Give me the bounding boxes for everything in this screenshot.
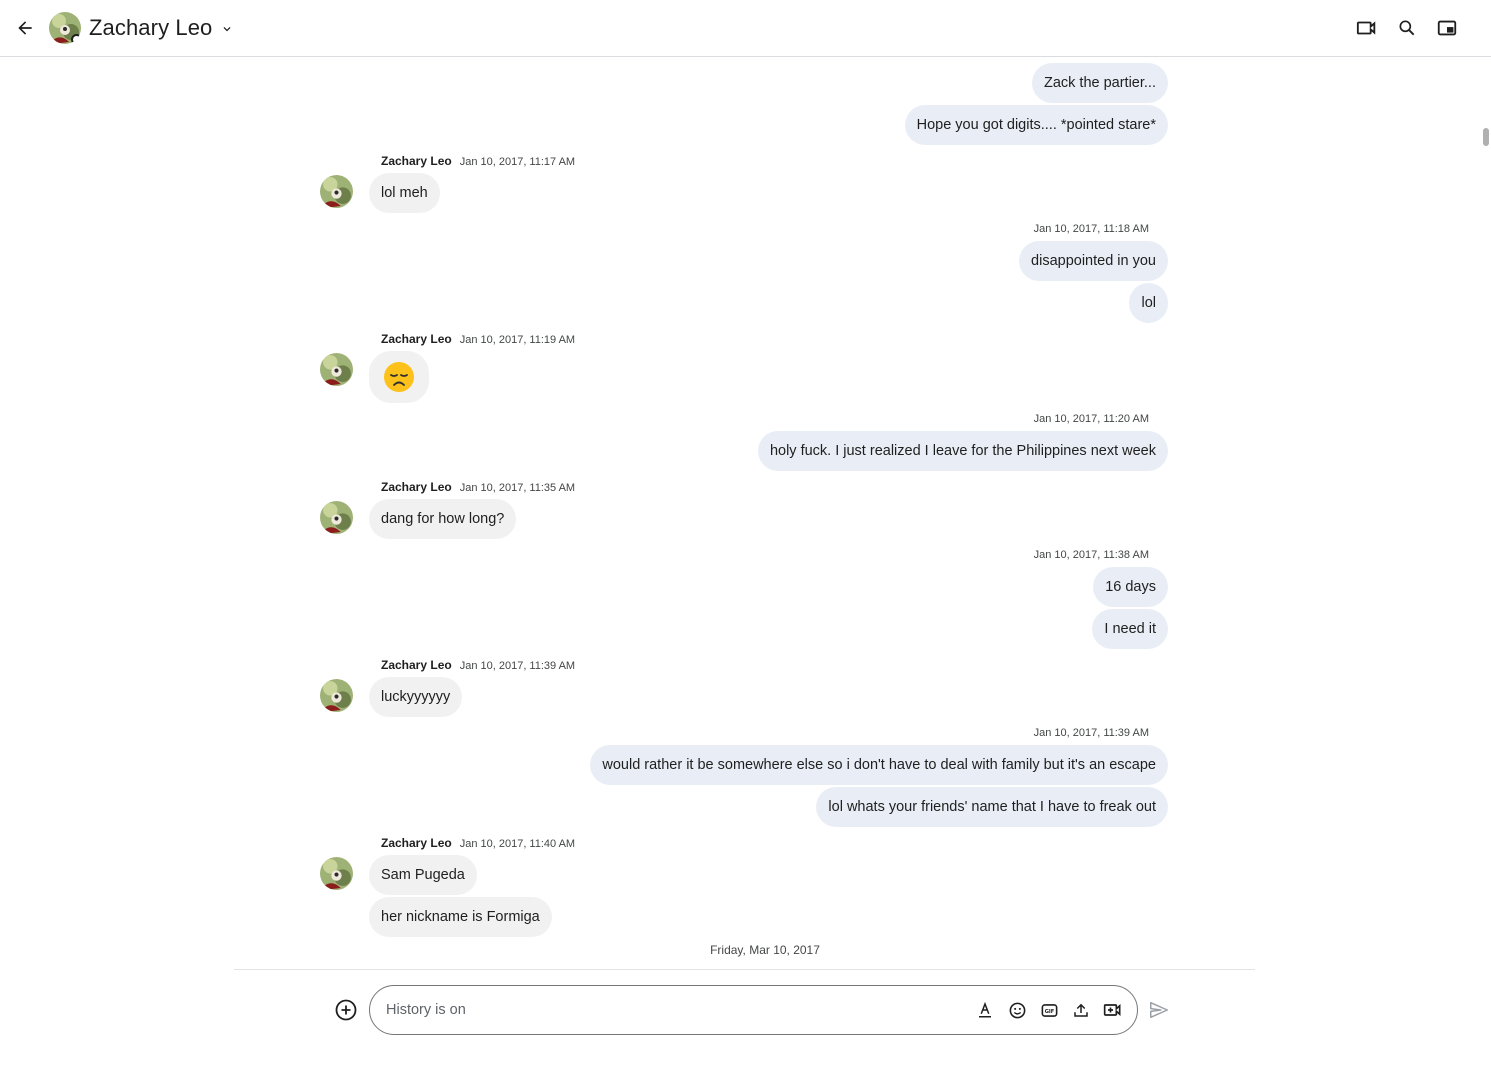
- timestamp: Jan 10, 2017, 11:39 AM: [1033, 727, 1149, 739]
- message-bubble-incoming[interactable]: lol meh: [369, 173, 440, 213]
- timestamp: Jan 10, 2017, 11:17 AM: [459, 156, 576, 168]
- add-button[interactable]: [330, 994, 362, 1026]
- timestamp: Jan 10, 2017, 11:35 AM: [459, 482, 576, 494]
- day-separator: Friday, Mar 10, 2017: [710, 943, 820, 957]
- video-call-icon: [1356, 21, 1376, 35]
- text-format-button[interactable]: [970, 995, 1000, 1025]
- message-input[interactable]: [386, 986, 966, 1034]
- chevron-down-icon: [223, 27, 231, 32]
- message-composer: GIF: [369, 985, 1138, 1035]
- sender-avatar[interactable]: [320, 857, 353, 890]
- timestamp: Jan 10, 2017, 11:20 AM: [1033, 413, 1149, 425]
- message-bubble-outgoing[interactable]: lol: [1129, 283, 1168, 323]
- sender-avatar[interactable]: [320, 353, 353, 386]
- message-meta: Zachary Leo Jan 10, 2017, 11:17 AM: [381, 154, 575, 168]
- disappointed-face-emoji: [384, 362, 414, 392]
- contact-name: Zachary Leo: [89, 15, 213, 40]
- chat-window: Zachary Leo Zack the partier... Hope you…: [0, 0, 1491, 1076]
- search-button[interactable]: [1391, 12, 1423, 44]
- contact-name-menu[interactable]: Zachary Leo: [89, 13, 234, 43]
- sender-name: Zachary Leo: [381, 332, 452, 346]
- message-bubble-outgoing[interactable]: 16 days: [1093, 567, 1168, 607]
- scrollbar-thumb[interactable]: [1483, 128, 1489, 146]
- timestamp: Jan 10, 2017, 11:19 AM: [459, 334, 576, 346]
- emoji-icon: [1009, 1002, 1025, 1018]
- sender-name: Zachary Leo: [381, 154, 452, 168]
- search-icon: [1399, 20, 1415, 36]
- timestamp: Jan 10, 2017, 11:40 AM: [459, 838, 576, 850]
- message-bubble-incoming[interactable]: her nickname is Formiga: [369, 897, 552, 937]
- sender-name: Zachary Leo: [381, 480, 452, 494]
- message-bubble-outgoing[interactable]: disappointed in you: [1019, 241, 1168, 281]
- message-list[interactable]: Zack the partier... Hope you got digits.…: [0, 57, 1491, 969]
- status-indicator: [71, 34, 81, 44]
- picture-in-picture-icon: [1437, 20, 1457, 36]
- composer-divider: [234, 969, 1255, 970]
- sender-avatar[interactable]: [320, 501, 353, 534]
- contact-avatar[interactable]: [49, 12, 81, 44]
- message-bubble-outgoing[interactable]: lol whats your friends' name that I have…: [816, 787, 1168, 827]
- sender-name: Zachary Leo: [381, 836, 452, 850]
- message-bubble-incoming[interactable]: luckyyyyyy: [369, 677, 463, 717]
- add-circle-icon: [335, 999, 357, 1021]
- message-bubble-incoming[interactable]: [369, 351, 429, 403]
- gif-icon: GIF: [1041, 1003, 1057, 1017]
- message-bubble-incoming[interactable]: Sam Pugeda: [369, 855, 477, 895]
- message-bubble-outgoing[interactable]: Hope you got digits.... *pointed stare*: [904, 105, 1168, 145]
- timestamp: Jan 10, 2017, 11:38 AM: [1033, 549, 1149, 561]
- svg-text:GIF: GIF: [1044, 1008, 1054, 1014]
- emoji-button[interactable]: [1002, 995, 1032, 1025]
- sender-avatar[interactable]: [320, 679, 353, 712]
- timestamp: Jan 10, 2017, 11:18 AM: [1033, 223, 1149, 235]
- message-meta: Zachary Leo Jan 10, 2017, 11:39 AM: [381, 658, 575, 672]
- message-meta: Zachary Leo Jan 10, 2017, 11:35 AM: [381, 480, 575, 494]
- message-bubble-outgoing[interactable]: would rather it be somewhere else so i d…: [590, 745, 1168, 785]
- back-arrow-icon: [18, 21, 32, 35]
- chat-header: Zachary Leo: [0, 0, 1491, 57]
- video-call-button[interactable]: [1351, 12, 1383, 44]
- message-bubble-outgoing[interactable]: Zack the partier...: [1031, 63, 1168, 103]
- picture-in-picture-button[interactable]: [1431, 12, 1463, 44]
- video-meeting-icon: [1103, 1003, 1121, 1017]
- send-button[interactable]: [1143, 994, 1175, 1026]
- sender-name: Zachary Leo: [381, 658, 452, 672]
- upload-button[interactable]: [1066, 995, 1096, 1025]
- sender-avatar[interactable]: [320, 175, 353, 208]
- gif-button[interactable]: GIF: [1034, 995, 1064, 1025]
- timestamp: Jan 10, 2017, 11:39 AM: [459, 660, 576, 672]
- message-meta: Zachary Leo Jan 10, 2017, 11:19 AM: [381, 332, 575, 346]
- back-button[interactable]: [9, 12, 41, 44]
- text-format-icon: [979, 1001, 991, 1018]
- message-bubble-incoming[interactable]: dang for how long?: [369, 499, 517, 539]
- message-bubble-outgoing[interactable]: holy fuck. I just realized I leave for t…: [757, 431, 1168, 471]
- upload-icon: [1074, 1003, 1088, 1017]
- video-meeting-button[interactable]: [1098, 995, 1128, 1025]
- message-bubble-outgoing[interactable]: I need it: [1092, 609, 1168, 649]
- send-icon: [1150, 1001, 1168, 1019]
- message-meta: Zachary Leo Jan 10, 2017, 11:40 AM: [381, 836, 575, 850]
